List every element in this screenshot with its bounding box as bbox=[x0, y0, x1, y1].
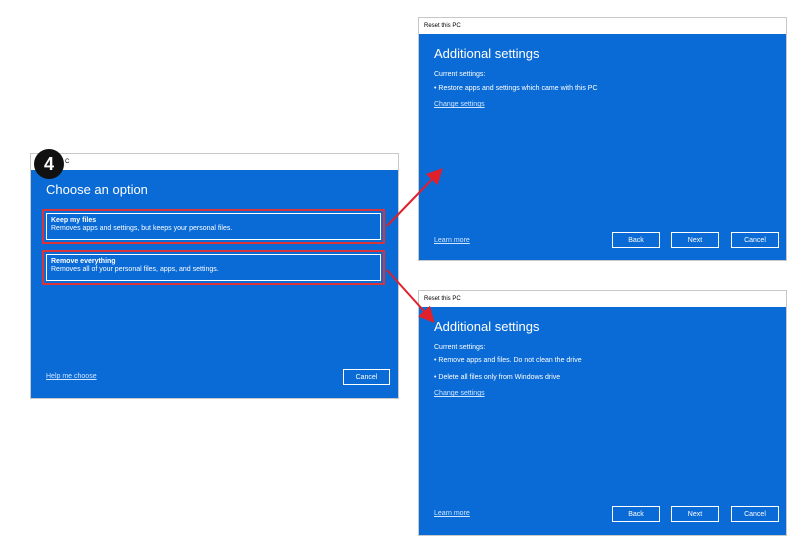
connector-arrows bbox=[386, 168, 443, 323]
arrow-to-keep-files-settings bbox=[386, 168, 443, 227]
arrow-to-remove-everything-settings bbox=[386, 269, 435, 323]
